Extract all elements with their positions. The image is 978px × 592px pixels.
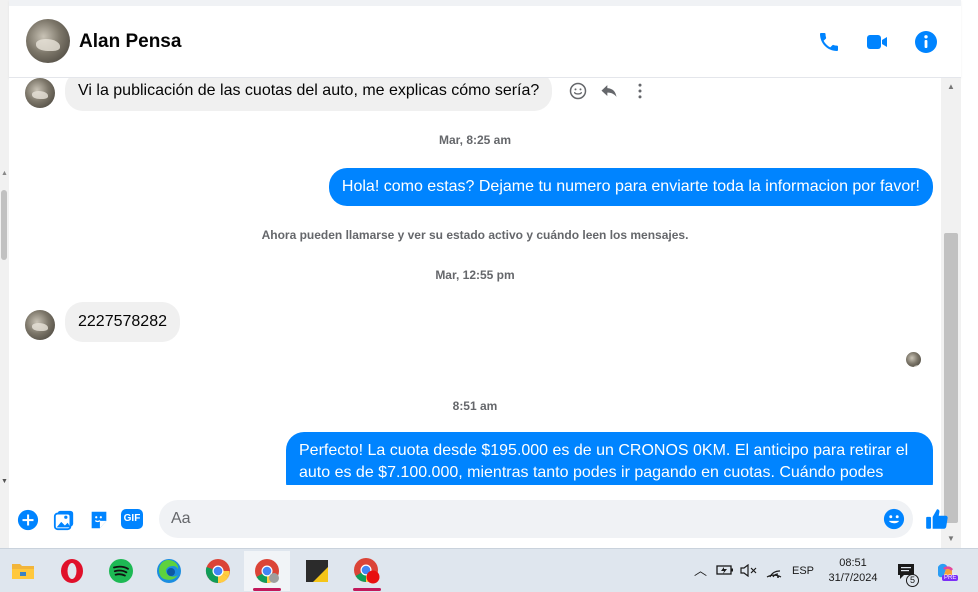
contact-avatar-small[interactable] xyxy=(25,78,55,108)
edge-icon[interactable] xyxy=(146,551,192,591)
active-app-indicator xyxy=(253,588,281,591)
system-clock[interactable]: 08:51 31/7/2024 xyxy=(818,556,888,586)
incoming-message[interactable]: 2227578282 xyxy=(65,302,180,342)
reply-icon[interactable] xyxy=(599,81,619,101)
chrome-profile-icon[interactable] xyxy=(244,551,290,591)
photo-icon[interactable] xyxy=(53,509,75,531)
timestamp: Mar, 8:25 am xyxy=(438,133,512,147)
video-camera-icon[interactable] xyxy=(865,30,889,54)
message-input[interactable] xyxy=(171,500,871,538)
language-indicator[interactable]: ESP xyxy=(792,565,814,577)
sticker-icon[interactable] xyxy=(88,509,110,531)
clock-time: 08:51 xyxy=(839,557,867,569)
windows-taskbar: ︿ ESP 08:51 31/7/2024 5 PRE xyxy=(0,548,978,592)
battery-charging-icon[interactable] xyxy=(716,564,734,576)
seen-receipt-avatar xyxy=(906,352,921,367)
chevron-up-icon[interactable]: ︿ xyxy=(694,560,707,579)
page-scroll-down-icon[interactable]: ▼ xyxy=(1,478,8,485)
opera-icon[interactable] xyxy=(49,551,95,591)
page-scroll-up-icon[interactable]: ▲ xyxy=(1,170,8,177)
timestamp: Mar, 12:55 pm xyxy=(435,268,515,282)
phone-icon[interactable] xyxy=(817,30,841,54)
active-app-indicator xyxy=(353,588,381,591)
sticky-app-icon[interactable] xyxy=(294,551,340,591)
contact-avatar[interactable] xyxy=(26,19,70,63)
page-scroll-thumb[interactable] xyxy=(1,190,7,260)
emoji-icon[interactable] xyxy=(883,508,905,530)
message-scrollbar[interactable]: ▲ ▼ xyxy=(941,78,961,548)
thumbs-up-icon[interactable] xyxy=(924,506,950,532)
outgoing-message[interactable]: Hola! como estas? Dejame tu numero para … xyxy=(328,168,933,206)
chrome-notify-icon[interactable] xyxy=(344,551,390,591)
gif-icon[interactable]: GIF xyxy=(121,509,143,529)
scroll-thumb[interactable] xyxy=(944,233,958,523)
contact-name[interactable]: Alan Pensa xyxy=(79,31,181,53)
file-explorer-icon[interactable] xyxy=(0,551,46,591)
outgoing-message[interactable]: Perfecto! La cuota desde $195.000 es de … xyxy=(286,432,933,485)
info-icon[interactable] xyxy=(914,30,938,54)
contact-avatar-small[interactable] xyxy=(25,310,55,340)
spotify-icon[interactable] xyxy=(98,551,144,591)
message-composer: GIF xyxy=(9,485,948,548)
pre-badge: PRE xyxy=(942,575,959,581)
plus-icon[interactable] xyxy=(17,509,39,531)
wifi-icon[interactable] xyxy=(766,564,782,578)
notification-count-badge: 5 xyxy=(906,574,919,587)
page-scrollbar[interactable]: ▲ ▼ xyxy=(0,0,9,548)
scroll-up-icon[interactable]: ▲ xyxy=(947,82,955,91)
react-emoji-icon[interactable] xyxy=(568,81,588,101)
clock-date: 31/7/2024 xyxy=(828,572,878,584)
more-options-icon[interactable] xyxy=(630,81,650,101)
header-top-strip xyxy=(9,0,961,6)
chrome-icon[interactable] xyxy=(195,551,241,591)
conversation-header: Alan Pensa xyxy=(9,0,961,78)
timestamp: 8:51 am xyxy=(452,399,498,413)
message-list[interactable]: Vi la publicación de las cuotas del auto… xyxy=(9,78,941,485)
privacy-notice: Ahora pueden llamarse y ver su estado ac… xyxy=(261,228,689,242)
volume-muted-icon[interactable] xyxy=(740,564,758,577)
scroll-down-icon[interactable]: ▼ xyxy=(947,534,955,543)
incoming-message[interactable]: Vi la publicación de las cuotas del auto… xyxy=(65,78,553,111)
message-input-wrapper[interactable] xyxy=(159,500,913,538)
